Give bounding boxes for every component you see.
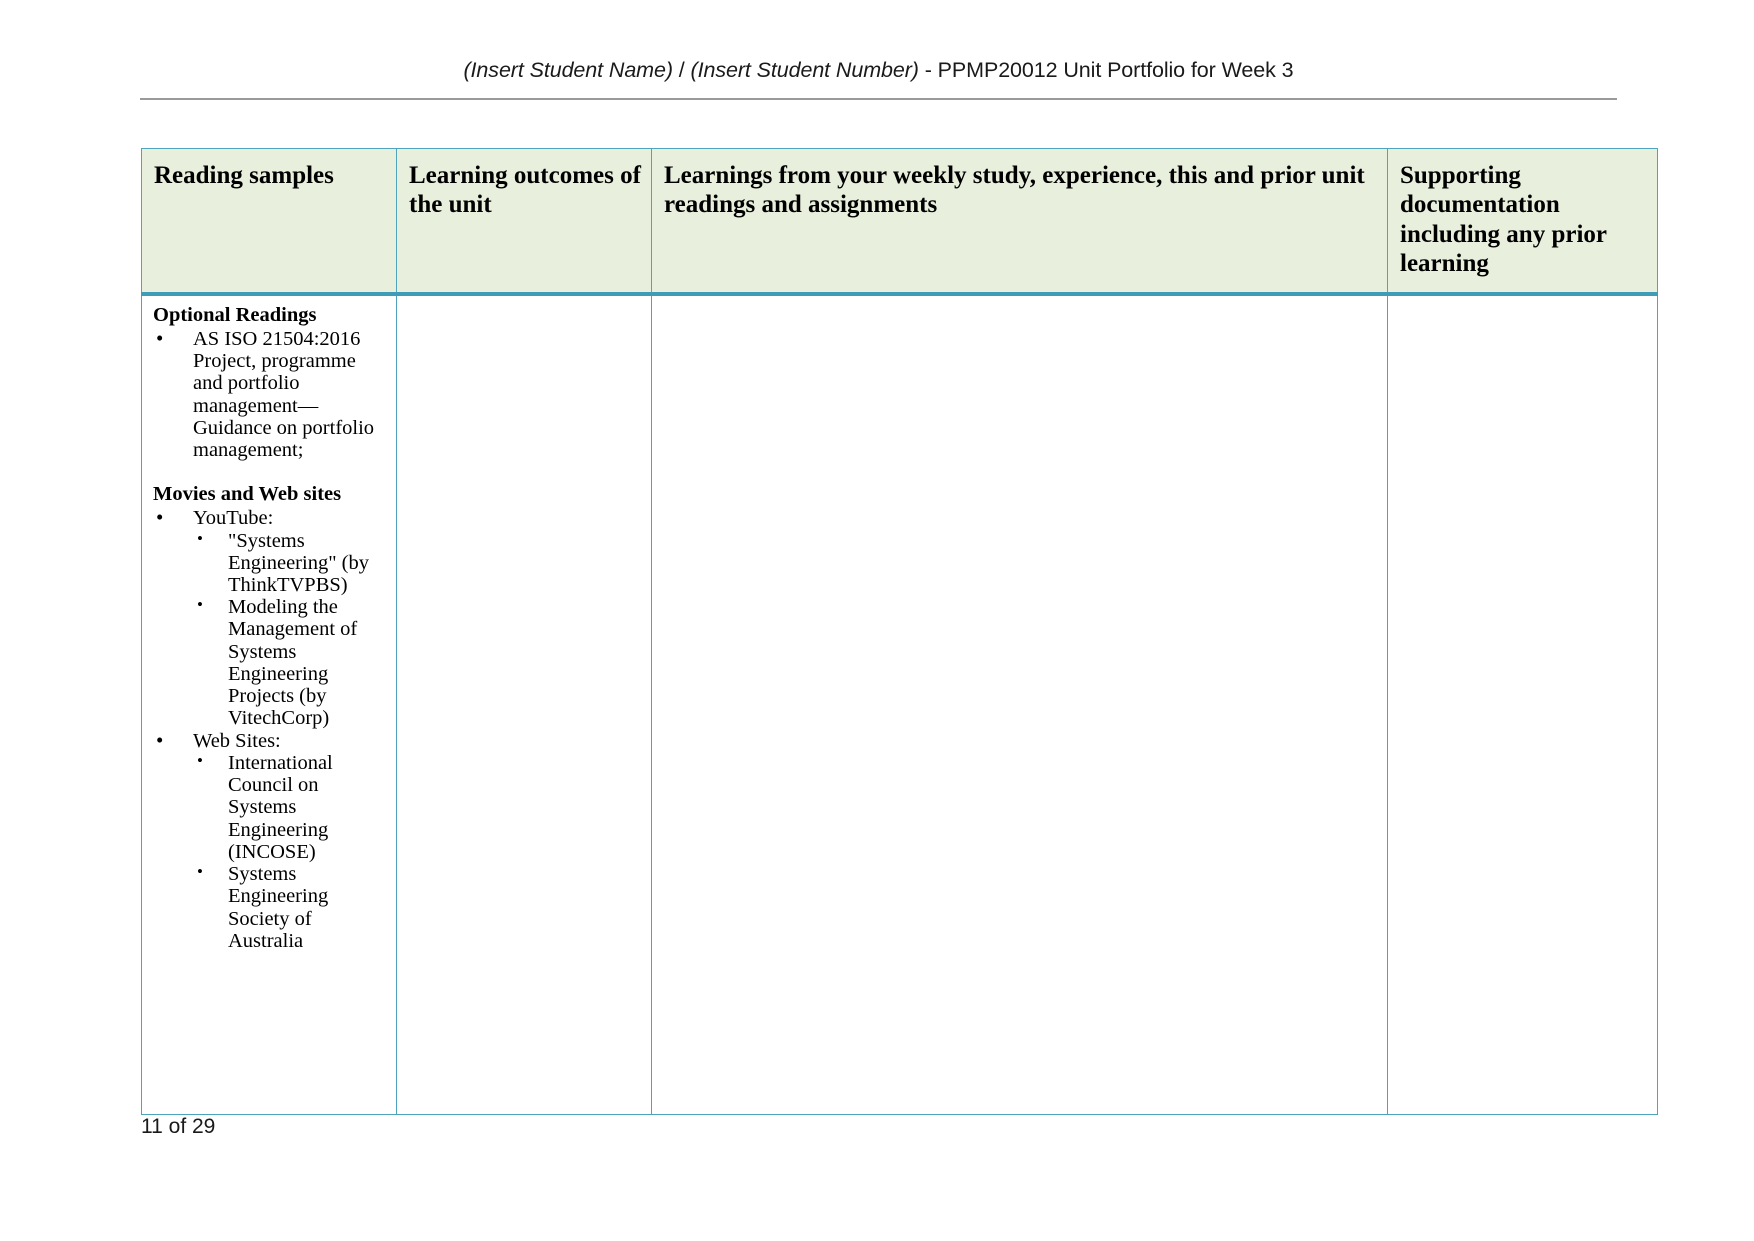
student-number-placeholder: (Insert Student Number) [690, 58, 919, 82]
list-item: International Council on Systems Enginee… [195, 751, 388, 863]
header-divider [140, 98, 1617, 100]
movies-and-web-sites-list: YouTube: "Systems Engineering" (by Think… [153, 506, 388, 952]
list-item: Systems Engineering Society of Australia [195, 862, 388, 952]
table-row: Optional Readings AS ISO 21504:2016 Proj… [141, 293, 1658, 1115]
reading-samples-content: Optional Readings AS ISO 21504:2016 Proj… [142, 296, 396, 958]
column-header-learnings-from-study: Learnings from your weekly study, experi… [651, 148, 1388, 296]
table-header-row: Reading samples Learning outcomes of the… [141, 148, 1658, 296]
table-body: Optional Readings AS ISO 21504:2016 Proj… [141, 293, 1658, 1115]
list-item: "Systems Engineering" (by ThinkTVPBS) [195, 529, 388, 597]
cell-supporting-documentation[interactable] [1387, 293, 1658, 1115]
cell-learnings-from-study[interactable] [651, 293, 1388, 1115]
cell-reading-samples: Optional Readings AS ISO 21504:2016 Proj… [141, 293, 397, 1115]
column-header-learning-outcomes: Learning outcomes of the unit [396, 148, 652, 296]
page-number: 11 of 29 [141, 1115, 216, 1138]
list-item: YouTube: "Systems Engineering" (by Think… [153, 506, 388, 730]
list-item-label: Web Sites: [193, 729, 281, 752]
group-title-movies-and-web-sites: Movies and Web sites [153, 483, 342, 506]
header-separator: / [672, 58, 691, 82]
web-sites-sublist: International Council on Systems Enginee… [193, 751, 388, 952]
column-header-supporting-documentation: Supporting documentation including any p… [1387, 148, 1658, 296]
list-item: AS ISO 21504:2016 Project, programme and… [153, 327, 388, 461]
list-item: Web Sites: International Council on Syst… [153, 729, 388, 952]
document-page: (Insert Student Name) / (Insert Student … [0, 0, 1754, 1241]
group-title-optional-readings: Optional Readings [153, 304, 317, 326]
portfolio-table: Reading samples Learning outcomes of the… [141, 148, 1658, 1115]
header-unit-title: - PPMP20012 Unit Portfolio for Week 3 [918, 58, 1294, 82]
learnings-from-study-content [652, 296, 1387, 310]
cell-learning-outcomes[interactable] [396, 293, 652, 1115]
list-item-label: YouTube: [193, 507, 274, 530]
column-header-reading-samples: Reading samples [141, 148, 397, 296]
supporting-documentation-content [1388, 296, 1657, 310]
learning-outcomes-content [397, 296, 651, 310]
student-name-placeholder: (Insert Student Name) [463, 58, 674, 82]
optional-readings-list: AS ISO 21504:2016 Project, programme and… [153, 327, 388, 461]
youtube-sublist: "Systems Engineering" (by ThinkTVPBS) Mo… [193, 529, 388, 730]
running-header: (Insert Student Name) / (Insert Student … [140, 58, 1617, 83]
list-item: Modeling the Management of Systems Engin… [195, 595, 388, 729]
